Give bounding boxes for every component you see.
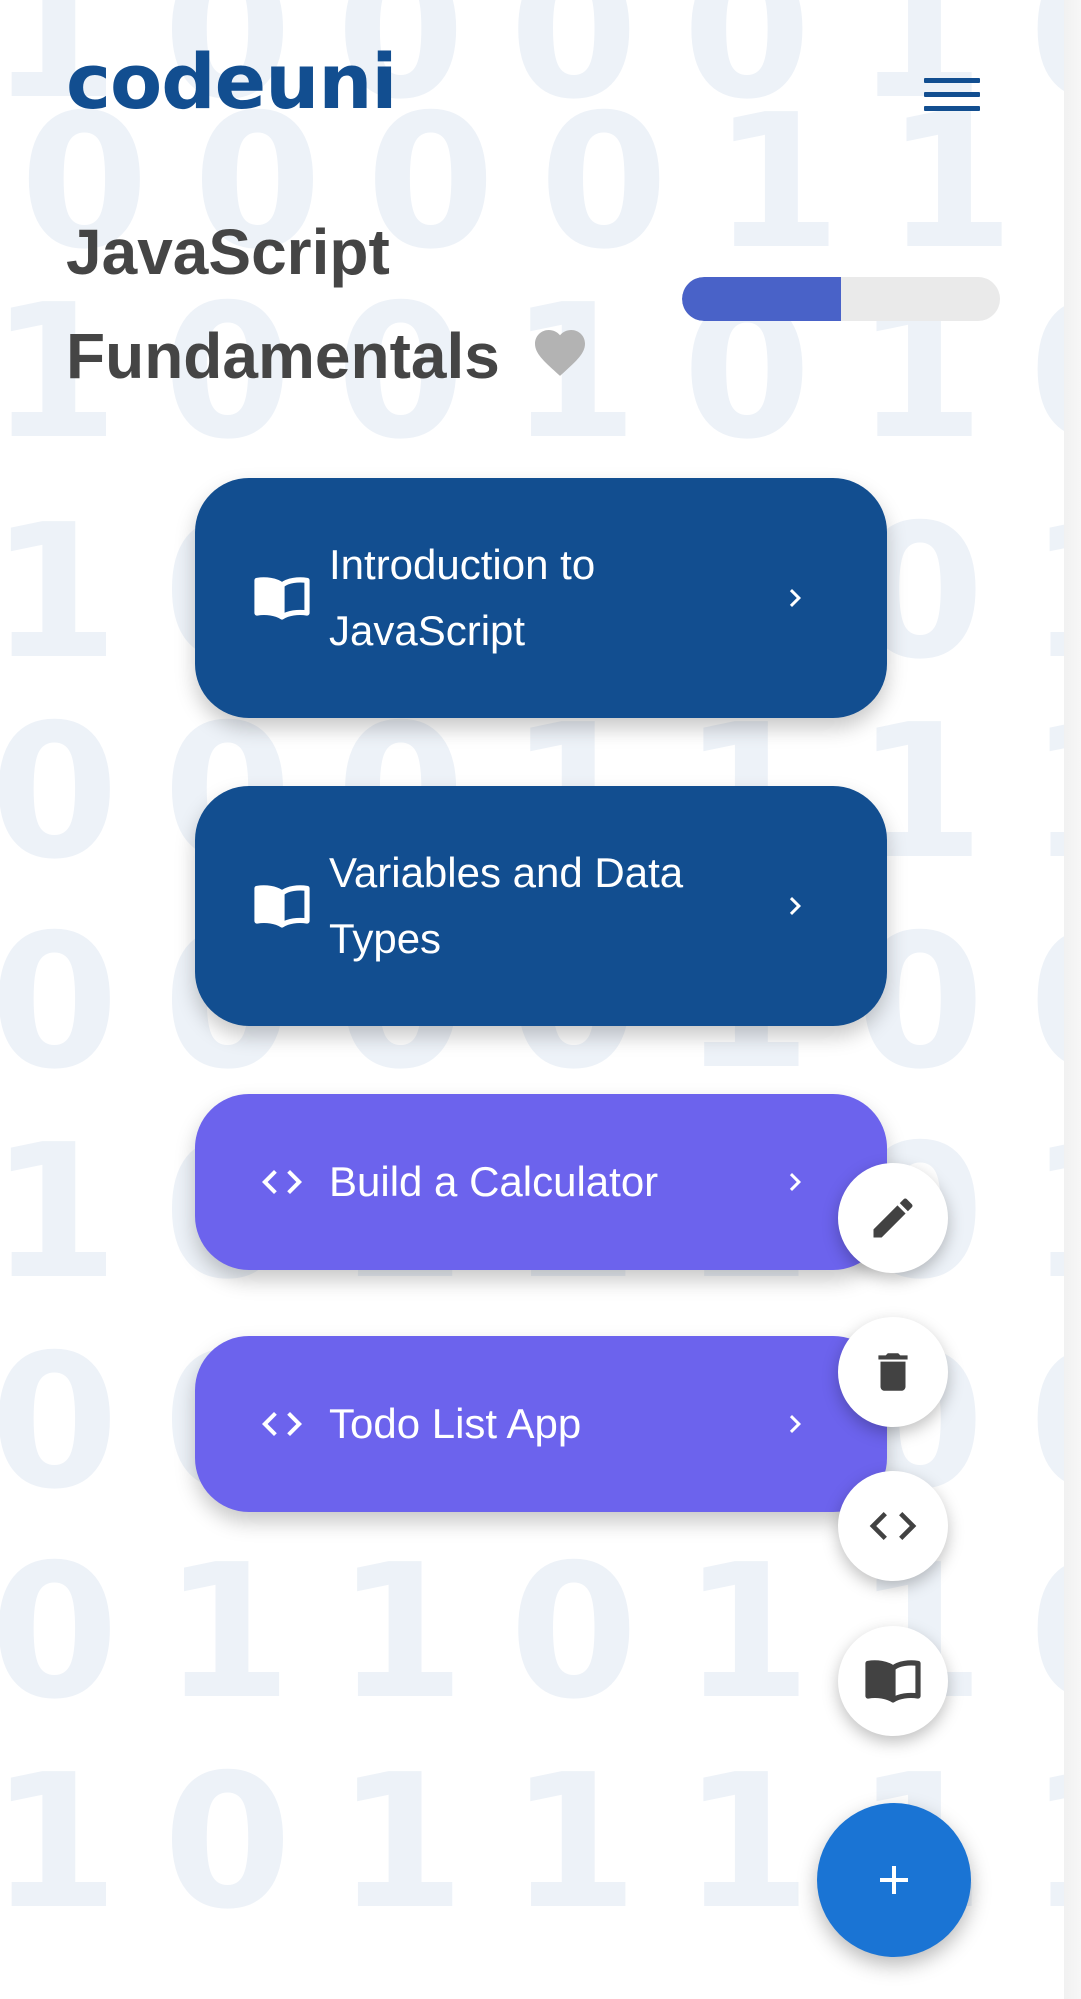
book-icon xyxy=(865,1660,921,1703)
logo[interactable]: codeuni xyxy=(66,44,397,120)
project-card[interactable]: Build a Calculator xyxy=(195,1094,887,1270)
scrollbar[interactable] xyxy=(1064,0,1081,1999)
heart-icon[interactable] xyxy=(530,322,590,378)
code-icon xyxy=(251,1400,313,1448)
code-icon xyxy=(251,1158,313,1206)
progress-fill xyxy=(682,277,841,321)
book-icon xyxy=(251,882,313,930)
lesson-title: Introduction to JavaScript xyxy=(329,541,596,654)
lesson-title: Variables and Data Types xyxy=(329,849,684,962)
edit-icon xyxy=(873,1198,913,1238)
chevron-right-icon xyxy=(777,580,813,616)
project-title: Todo List App xyxy=(329,1400,582,1447)
app-header: codeuni xyxy=(0,0,1064,190)
add-button[interactable] xyxy=(817,1803,971,1957)
code-icon xyxy=(869,1512,917,1540)
book-icon xyxy=(251,574,313,622)
project-card[interactable]: Todo List App xyxy=(195,1336,887,1512)
edit-button[interactable] xyxy=(838,1163,948,1273)
course-progress-bar xyxy=(682,277,1000,321)
add-project-button[interactable] xyxy=(838,1471,948,1581)
chevron-right-icon xyxy=(777,888,813,924)
lesson-card[interactable]: Variables and Data Types xyxy=(195,786,887,1026)
plus-icon xyxy=(880,1866,908,1894)
chevron-right-icon xyxy=(777,1406,813,1442)
hamburger-menu-icon[interactable] xyxy=(924,78,980,118)
project-title: Build a Calculator xyxy=(329,1158,659,1205)
lesson-card[interactable]: Introduction to JavaScript xyxy=(195,478,887,718)
chevron-right-icon xyxy=(777,1164,813,1200)
add-lesson-button[interactable] xyxy=(838,1626,948,1736)
delete-icon xyxy=(878,1353,908,1391)
delete-button[interactable] xyxy=(838,1317,948,1427)
